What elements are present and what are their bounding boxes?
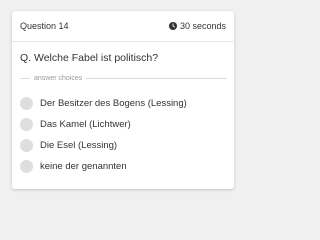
timer: 30 seconds — [168, 21, 226, 31]
question-number: Question 14 — [20, 21, 69, 31]
answer-choice-label[interactable]: Der Besitzer des Bogens (Lessing) — [40, 98, 187, 109]
answer-choice-label[interactable]: Das Kamel (Lichtwer) — [40, 119, 131, 130]
question-card: Question 14 30 seconds Q. Welche Fabel i… — [12, 11, 234, 189]
radio-button[interactable] — [20, 139, 33, 152]
divider-label: answer choices — [34, 74, 83, 82]
answer-choice-label[interactable]: Die Esel (Lessing) — [40, 140, 117, 151]
answer-choices-list: Der Besitzer des Bogens (Lessing) Das Ka… — [20, 93, 230, 177]
answer-choice[interactable]: Das Kamel (Lichtwer) — [20, 114, 230, 135]
divider-line-right — [86, 77, 227, 79]
radio-button[interactable] — [20, 97, 33, 110]
answer-choice[interactable]: Die Esel (Lessing) — [20, 135, 230, 156]
radio-button[interactable] — [20, 160, 33, 173]
answer-choice[interactable]: Der Besitzer des Bogens (Lessing) — [20, 93, 230, 114]
answer-choice[interactable]: keine der genannten — [20, 156, 230, 177]
radio-button[interactable] — [20, 118, 33, 131]
answer-choices-divider: answer choices — [20, 73, 227, 83]
answer-choice-label[interactable]: keine der genannten — [40, 161, 127, 172]
question-text: Q. Welche Fabel ist politisch? — [20, 52, 159, 64]
timer-text: 30 seconds — [179, 21, 226, 31]
divider-line-left — [20, 77, 30, 79]
clock-icon — [168, 22, 177, 30]
card-header: Question 14 30 seconds — [12, 11, 234, 42]
